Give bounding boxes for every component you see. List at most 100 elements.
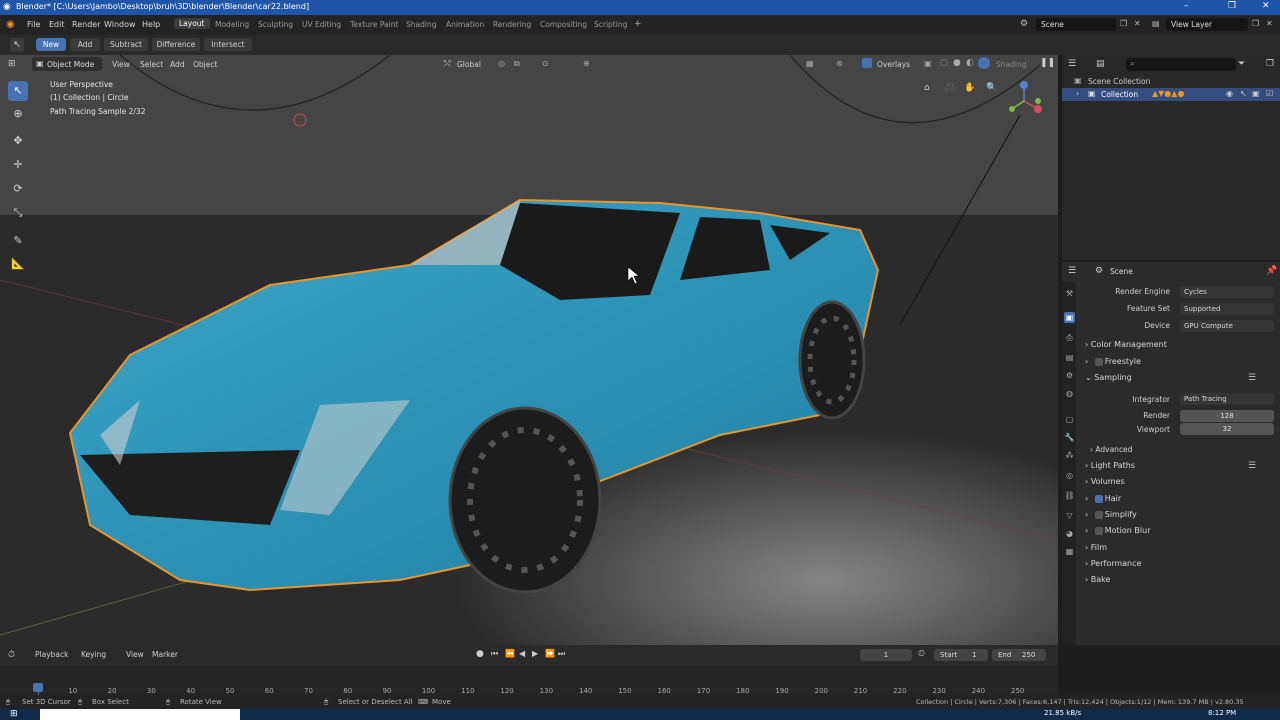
record-icon[interactable]: ● — [476, 649, 484, 659]
panel-volumes[interactable]: › Volumes — [1085, 477, 1125, 486]
presets-icon[interactable]: ☰ — [1248, 373, 1256, 383]
navigation-gizmo[interactable] — [1002, 79, 1050, 127]
panel-film[interactable]: › Film — [1085, 543, 1107, 552]
scale-tool[interactable]: ⤡ — [8, 203, 28, 223]
delete-scene-icon[interactable]: ✕ — [1134, 19, 1141, 28]
freestyle-checkbox[interactable] — [1095, 358, 1103, 366]
gizmo-icon[interactable]: ⊕ — [583, 59, 590, 68]
shading-material-icon[interactable]: ◐ — [966, 58, 974, 68]
snap-icon[interactable]: ⧉ — [514, 59, 520, 69]
measure-tool[interactable]: 📐 — [8, 254, 28, 274]
viewport-menu-select[interactable]: Select — [140, 60, 163, 69]
new-collection-icon[interactable]: ❐ — [1266, 59, 1274, 69]
panel-advanced[interactable]: › Advanced — [1090, 445, 1132, 454]
menu-render[interactable]: Render — [72, 20, 100, 29]
object-data-tab-icon[interactable]: ▽ — [1064, 510, 1075, 521]
timeline-menu-keying[interactable]: Keying — [81, 650, 106, 659]
current-frame-field[interactable]: 1 — [860, 649, 912, 661]
new-scene-icon[interactable]: ❐ — [1120, 19, 1127, 28]
viewport-gizmos-icon[interactable]: ⊛ — [836, 59, 843, 68]
tab-compositing[interactable]: Compositing — [540, 20, 587, 29]
shading-dropdown[interactable]: Shading — [996, 60, 1026, 69]
expand-arrow-icon[interactable]: › — [1076, 89, 1079, 98]
integrator-dropdown[interactable]: Path Tracing — [1180, 393, 1274, 405]
timeline-menu-playback[interactable]: Playback — [35, 650, 68, 659]
play-reverse-icon[interactable]: ◀ — [519, 649, 525, 658]
pan-view-icon[interactable]: ✋ — [964, 83, 975, 93]
3d-viewport[interactable]: ⊞ ▣ Object Mode View Select Add Object ⤲… — [0, 55, 1058, 645]
boolean-subtract-button[interactable]: Subtract — [104, 38, 148, 51]
timeline-menu-marker[interactable]: Marker — [152, 650, 178, 659]
scene-tab-icon[interactable]: ⚙ — [1064, 370, 1075, 381]
menu-file[interactable]: File — [27, 20, 40, 29]
transform-orientation-dropdown[interactable]: Global — [457, 60, 481, 69]
start-frame-field[interactable]: Start 1 — [934, 649, 988, 661]
play-icon[interactable]: ▶ — [532, 649, 538, 658]
move-arrows-tool[interactable]: ✛ — [8, 155, 28, 175]
panel-bake[interactable]: › Bake — [1085, 575, 1110, 584]
timeline-editor-icon[interactable]: ⏱ — [8, 650, 15, 660]
next-keyframe-icon[interactable]: ⏩ — [545, 649, 555, 658]
output-tab-icon[interactable]: ⎙ — [1064, 332, 1075, 343]
boolean-new-button[interactable]: New — [36, 38, 66, 51]
close-icon[interactable]: ✕ — [1262, 1, 1270, 11]
scene-selector[interactable]: Scene — [1036, 18, 1116, 31]
feature-set-dropdown[interactable]: Supported — [1180, 303, 1274, 315]
xray-icon[interactable]: ▣ — [924, 59, 932, 68]
jump-start-icon[interactable]: ⏮ — [491, 649, 498, 659]
cursor-tool[interactable]: ⊕ — [8, 104, 28, 124]
taskbar-search-box[interactable] — [40, 709, 240, 720]
render-samples-field[interactable]: 128 — [1180, 410, 1274, 422]
view-layer-tab-icon[interactable]: ▤ — [1064, 352, 1075, 363]
view-layer-selector[interactable]: View Layer — [1166, 18, 1248, 31]
menu-help[interactable]: Help — [142, 20, 160, 29]
maximize-icon[interactable]: ❐ — [1228, 1, 1236, 11]
timeline-menu-view[interactable]: View — [126, 650, 144, 659]
preview-range-icon[interactable]: ⏲ — [918, 649, 925, 659]
viewport-menu-object[interactable]: Object — [193, 60, 217, 69]
move-tool[interactable]: ✥ — [8, 131, 28, 151]
shading-rendered-icon[interactable] — [978, 57, 990, 69]
overlays-toggle-icon[interactable] — [862, 58, 872, 68]
annotate-tool[interactable]: ✎ — [8, 231, 28, 251]
light-paths-presets-icon[interactable]: ☰ — [1248, 461, 1256, 471]
visibility-eye-icon[interactable]: ◉ — [1226, 89, 1233, 98]
zoom-view-icon[interactable]: 🔍 — [986, 83, 997, 93]
select-tool-icon[interactable]: ↖ — [10, 38, 24, 52]
boolean-add-button[interactable]: Add — [70, 38, 100, 51]
tab-scripting[interactable]: Scripting — [594, 20, 627, 29]
overlays-dropdown[interactable]: Overlays — [877, 60, 910, 69]
display-mode-icon[interactable]: ▤ — [1096, 59, 1105, 69]
properties-editor-icon[interactable]: ☰ — [1068, 266, 1076, 276]
menu-window[interactable]: Window — [104, 20, 136, 29]
playhead-handle[interactable] — [33, 683, 43, 692]
panel-performance[interactable]: › Performance — [1085, 559, 1141, 568]
viewport-menu-add[interactable]: Add — [170, 60, 185, 69]
selectable-icon[interactable]: ↖ — [1240, 89, 1247, 98]
filter-icon[interactable]: ⏷ — [1238, 59, 1245, 69]
panel-hair[interactable]: › Hair — [1085, 494, 1121, 503]
pin-icon[interactable]: 📌 — [1266, 266, 1277, 276]
scene-collection-label[interactable]: Scene Collection — [1088, 77, 1150, 86]
end-frame-field[interactable]: End 250 — [992, 649, 1046, 661]
tab-shading[interactable]: Shading — [406, 20, 436, 29]
outliner-editor-icon[interactable]: ☰ — [1068, 59, 1076, 69]
render-engine-dropdown[interactable]: Cycles — [1180, 286, 1274, 298]
toggle-camera-view-icon[interactable]: ⌂ — [924, 83, 930, 93]
shading-wireframe-icon[interactable]: ◌ — [940, 58, 948, 68]
object-mode-dropdown[interactable]: ▣ Object Mode — [32, 57, 102, 71]
collection-label[interactable]: Collection — [1101, 90, 1138, 99]
panel-sampling[interactable]: ⌄ Sampling — [1085, 373, 1132, 382]
exclude-checkbox-icon[interactable]: ☑ — [1266, 89, 1273, 98]
tab-modeling[interactable]: Modeling — [215, 20, 249, 29]
shading-solid-icon[interactable]: ● — [953, 58, 961, 68]
viewport-samples-field[interactable]: 32 — [1180, 423, 1274, 435]
outliner-search-input[interactable]: ⌕ — [1126, 58, 1236, 71]
panel-light-paths[interactable]: › Light Paths — [1085, 461, 1135, 470]
rotate-tool[interactable]: ⟳ — [8, 179, 28, 199]
panel-freestyle[interactable]: › Freestyle — [1085, 357, 1141, 366]
viewport-menu-view[interactable]: View — [112, 60, 130, 69]
new-view-layer-icon[interactable]: ❐ — [1252, 19, 1259, 28]
pivot-point-icon[interactable]: ◎ — [498, 59, 505, 68]
pause-render-icon[interactable]: ❚❚ — [1040, 58, 1055, 68]
